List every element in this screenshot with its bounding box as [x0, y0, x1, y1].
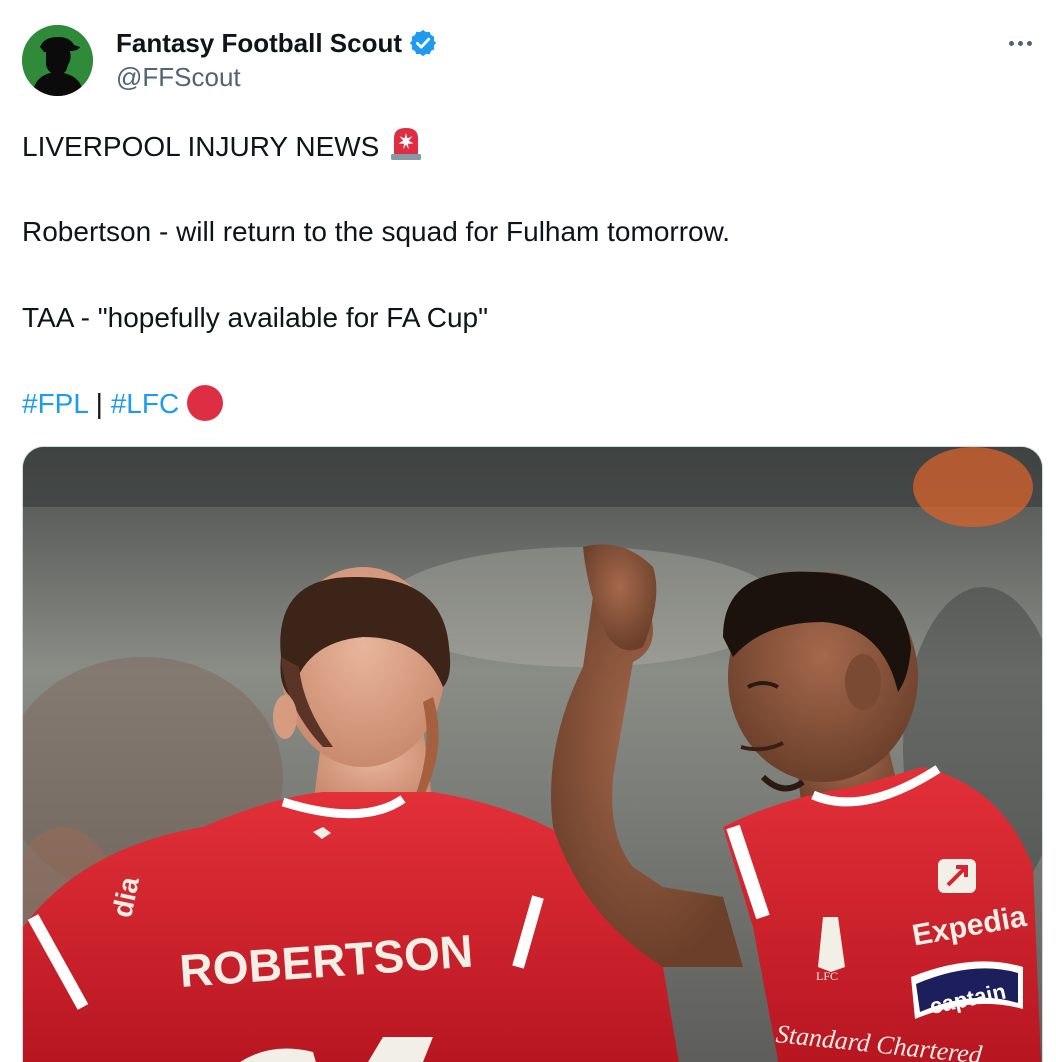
- hashtag-lfc-link[interactable]: #LFC: [111, 388, 179, 419]
- tweet-headline-line: LIVERPOOL INJURY NEWS: [22, 124, 1032, 167]
- tweet-hashtags-line: #FPL | #LFC: [22, 382, 1032, 425]
- more-options-button[interactable]: [1002, 28, 1038, 58]
- verified-badge-icon[interactable]: [408, 28, 438, 58]
- hashtag-separator: |: [95, 388, 103, 419]
- line-spacer: [22, 167, 1032, 210]
- more-horizontal-icon: [1017, 40, 1023, 46]
- tweet-robertson-line: Robertson - will return to the squad for…: [22, 216, 731, 247]
- line-spacer: [22, 253, 1032, 296]
- scout-silhouette-avatar-icon: [22, 25, 93, 96]
- tweet-headline: LIVERPOOL INJURY NEWS: [22, 131, 380, 162]
- author-handle[interactable]: @FFScout: [116, 62, 241, 93]
- more-horizontal-icon: [1026, 40, 1032, 46]
- club-badge-text: LFC: [816, 969, 838, 983]
- author-name-row: Fantasy Football Scout: [116, 26, 438, 60]
- tweet-taa-line: TAA - "hopefully available for FA Cup": [22, 302, 489, 333]
- tweet-text: LIVERPOOL INJURY NEWS Robertson - will r…: [22, 124, 1032, 425]
- author-display-name[interactable]: Fantasy Football Scout: [116, 28, 402, 59]
- avatar[interactable]: [22, 25, 93, 96]
- hashtag-fpl-link[interactable]: #FPL: [22, 388, 88, 419]
- more-horizontal-icon: [1008, 40, 1014, 46]
- line-spacer: [22, 339, 1032, 382]
- tweet-media-photo[interactable]: ROBERTSON dia LFC Expedia captain Standa…: [22, 446, 1043, 1062]
- tweet-card: Fantasy Football Scout @FFScout LIVERPOO…: [0, 0, 1056, 1062]
- siren-icon: [387, 124, 425, 162]
- photo-two-liverpool-players: ROBERTSON dia LFC Expedia captain Standa…: [23, 447, 1042, 1062]
- red-circle-icon: [187, 385, 224, 421]
